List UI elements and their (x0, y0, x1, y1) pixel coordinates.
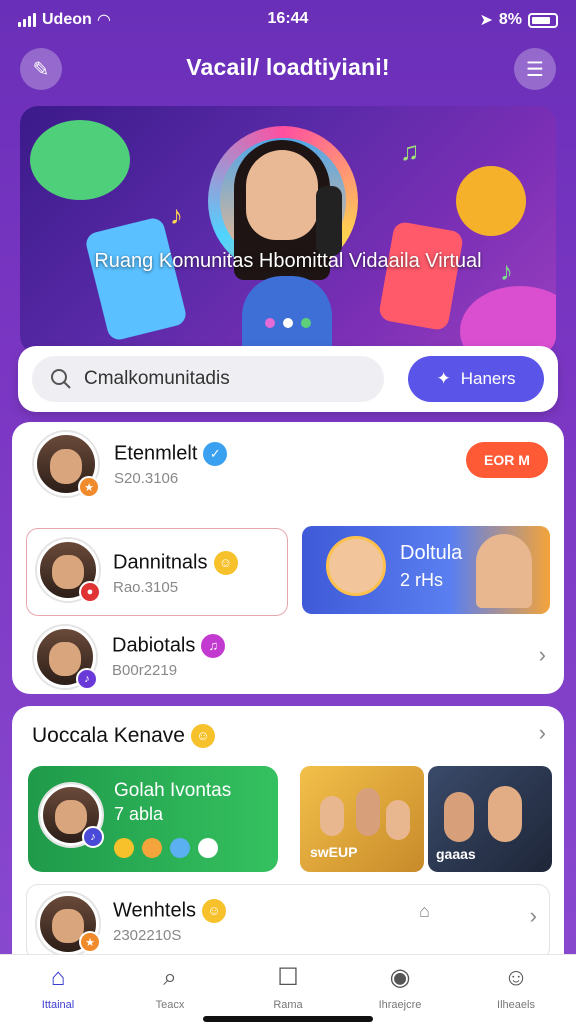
microphone-icon (316, 186, 342, 256)
featured-card[interactable]: ♪ Golah Ivontas 7 abla (28, 766, 278, 872)
bottom-tab-bar: ⌂ Ittainal ⌕ Teacx ☐ Rama ◉ Ihraejcre ☺ Ilhea… (0, 954, 576, 1024)
search-card: Cmalkomunitadis ✦ Haners (18, 346, 558, 412)
list-item[interactable]: ● Dannitnals ☺ Rao.3105 (26, 528, 288, 616)
community-name: Dabiotals (112, 634, 196, 657)
level-badge: ★ (78, 476, 100, 498)
featured-section: Uoccala Kenave ☺ › ♪ Golah Ivontas 7 abla… (12, 706, 564, 966)
reaction-icons (114, 838, 218, 858)
status-bar: Udeon ◠ 16:44 ➤ 8% (0, 0, 576, 40)
chevron-right-icon[interactable]: › (539, 720, 546, 746)
search-input[interactable]: Cmalkomunitadis (32, 356, 384, 402)
chevron-right-icon: › (538, 642, 546, 667)
level-badge: ★ (79, 931, 101, 953)
search-icon: ⌕ (163, 964, 177, 991)
app-header: ✎ Vacail/ loadtiyiani! ☰ (0, 46, 576, 94)
menu-icon[interactable]: ☰ (514, 48, 556, 90)
community-meta: 2302210S (113, 927, 182, 944)
smile-icon: ☺ (190, 724, 215, 749)
banner-caption: Ruang Komunitas Hbomittal Vidaaila Virtu… (94, 250, 482, 272)
thumbnail-card[interactable]: swEUP (300, 766, 424, 872)
notification-icon: ◉ (389, 964, 411, 991)
location-icon: ➤ (479, 12, 493, 29)
singer-photo (246, 150, 318, 240)
tab-profile[interactable]: ☺ Ilheaels (466, 963, 566, 1011)
music-note-icon: ♫ (400, 136, 420, 166)
home-icon: ⌂ (50, 964, 66, 991)
chat-icon: ☐ (277, 964, 299, 991)
sparkle-icon: ✦ (436, 369, 451, 388)
thumbnail-label: swEUP (310, 844, 358, 860)
robot-icon: ⌂ (419, 901, 430, 921)
communities-card: ★ Etenmlelt ✓ S20.3106 EOR M ● Dannitnals… (12, 422, 564, 694)
tab-home[interactable]: ⌂ Ittainal (8, 963, 108, 1011)
phone-illustration (377, 220, 465, 332)
kid-photo (476, 534, 532, 608)
music-badge-icon: ♫ (201, 634, 226, 658)
hero-banner[interactable]: ♪ ♫ ♪ Ruang Komunitas Hbomittal Vidaaila… (20, 106, 556, 354)
page-title: Vacail/ loadtiyiani! (186, 54, 390, 80)
mascot-illustration (30, 120, 130, 200)
community-name: Wenhtels (113, 899, 197, 922)
profile-icon: ☺ (503, 964, 529, 991)
tab-notifications[interactable]: ◉ Ihraejcre (350, 963, 450, 1011)
community-meta: B00r2219 (112, 662, 178, 679)
thumbnail-label: gaaas (436, 846, 476, 862)
tab-search[interactable]: ⌕ Teacx (120, 963, 220, 1011)
kid-photo (326, 536, 386, 596)
featured-title: Golah Ivontas (114, 780, 232, 801)
promo-title: Doltula (400, 542, 463, 564)
section-title: Uoccala Kenave ☺ (32, 724, 215, 749)
promo-card[interactable]: Doltula 2 rHs (302, 526, 550, 614)
level-badge: ♪ (76, 668, 98, 690)
music-note-icon: ♪ (170, 200, 183, 230)
chevron-right-icon: › (529, 903, 537, 928)
search-icon (51, 369, 71, 389)
join-button[interactable]: EOR M (466, 442, 548, 478)
battery-icon (528, 12, 558, 28)
community-name: Etenmlelt (114, 442, 198, 465)
planet-mascot-illustration (456, 166, 526, 236)
level-badge: ● (79, 581, 101, 603)
search-placeholder: Cmalkomunitadis (84, 368, 230, 389)
home-indicator (203, 1016, 373, 1022)
smile-icon: ☺ (213, 551, 238, 575)
carousel-dots[interactable] (20, 318, 556, 328)
list-item[interactable]: ★ Wenhtels ☺ 2302210S ⌂ › (26, 884, 550, 960)
verified-icon: ✓ (203, 442, 228, 466)
tab-chat[interactable]: ☐ Rama (238, 963, 338, 1011)
battery-label: 8% (498, 11, 522, 28)
smile-icon: ☺ (202, 899, 227, 923)
community-meta: Rao.3105 (113, 579, 179, 596)
featured-subtitle: 7 abla (114, 804, 164, 824)
find-button-label: Haners (460, 369, 516, 388)
community-meta: S20.3106 (114, 470, 179, 487)
community-name: Dannitnals (113, 551, 208, 574)
promo-subtitle: 2 rHs (400, 570, 444, 590)
find-button[interactable]: ✦ Haners (408, 356, 544, 402)
thumbnail-card[interactable]: gaaas (428, 766, 552, 872)
level-badge: ♪ (82, 826, 104, 848)
